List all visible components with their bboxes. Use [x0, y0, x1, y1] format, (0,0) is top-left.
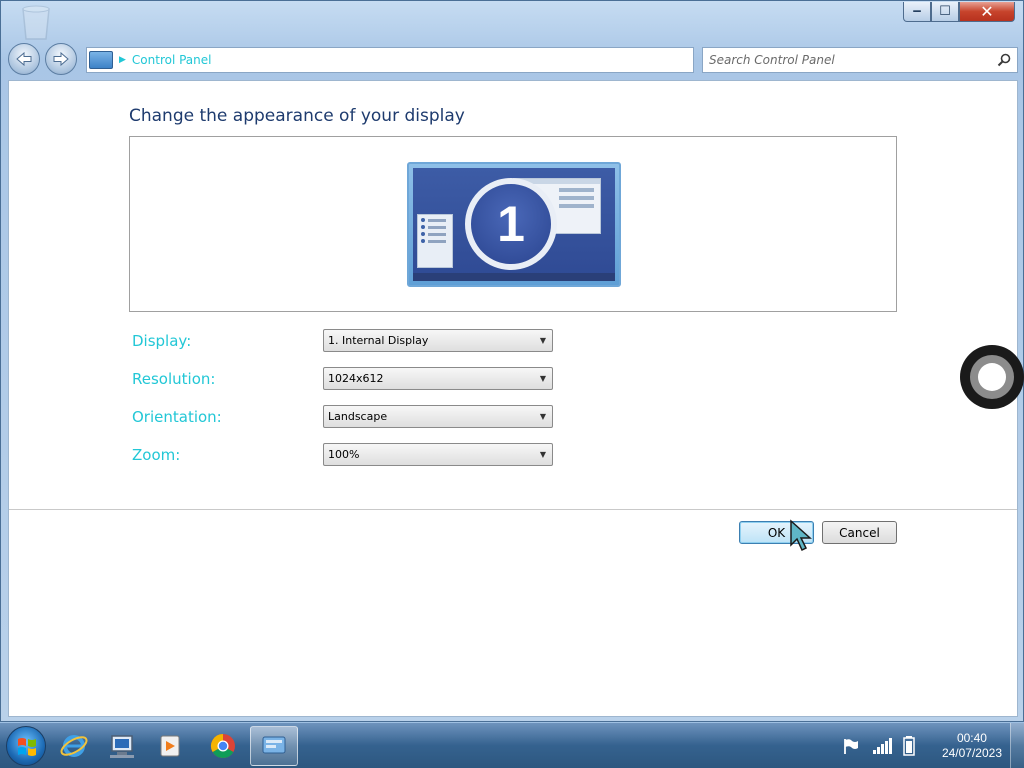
display-label: Display:: [132, 331, 192, 350]
close-button[interactable]: ✕: [959, 2, 1015, 22]
touch-indicator: [960, 345, 1024, 409]
clock[interactable]: 00:40 24/07/2023: [942, 731, 1002, 761]
taskbar-internet-explorer[interactable]: [50, 726, 98, 766]
address-bar[interactable]: ▶ Control Panel: [86, 47, 694, 73]
resolution-value: 1024x612: [328, 372, 384, 385]
monitor-1[interactable]: 1: [407, 162, 621, 287]
forward-arrow-icon: [53, 51, 69, 67]
chevron-down-icon: ▼: [539, 412, 546, 421]
taskbar-chrome[interactable]: [199, 726, 247, 766]
start-button[interactable]: [6, 726, 46, 766]
content-pane: Change the appearance of your display 1 …: [8, 80, 1018, 717]
search-input[interactable]: Search Control Panel: [702, 47, 1018, 73]
zoom-label: Zoom:: [132, 445, 181, 464]
orientation-select[interactable]: Landscape ▼: [323, 405, 553, 428]
recycle-bin-icon: [22, 5, 50, 40]
chevron-down-icon: ▼: [539, 450, 546, 459]
windows-logo-icon: [18, 738, 36, 756]
orientation-value: Landscape: [328, 410, 388, 423]
back-button[interactable]: [8, 43, 40, 75]
mini-taskbar: [413, 273, 615, 281]
orientation-label: Orientation:: [132, 407, 222, 426]
forward-button[interactable]: [45, 43, 77, 75]
display-preview: 1: [129, 136, 897, 312]
minimize-button[interactable]: ‒: [903, 2, 931, 22]
search-placeholder: Search Control Panel: [709, 53, 835, 67]
internet-explorer-icon: [60, 735, 88, 757]
control-panel-icon: [89, 51, 113, 69]
display-select[interactable]: 1. Internal Display ▼: [323, 329, 553, 352]
search-icon[interactable]: [997, 53, 1011, 67]
breadcrumb-control-panel[interactable]: Control Panel: [132, 53, 212, 67]
control-panel-window: ‒ ☐ ✕ ▶ Control Panel Search Control Pan…: [0, 0, 1024, 722]
page-title: Change the appearance of your display: [129, 106, 465, 126]
maximize-button[interactable]: ☐: [931, 2, 959, 22]
media-player-icon: [160, 735, 180, 757]
system-tray: 00:40 24/07/2023: [834, 723, 1024, 768]
mini-window-left: [417, 214, 453, 268]
remote-desktop-icon: [110, 735, 134, 758]
signal-icon[interactable]: [872, 737, 894, 755]
clock-time: 00:40: [956, 731, 987, 745]
divider: [9, 509, 1017, 510]
back-arrow-icon: [16, 51, 32, 67]
zoom-value: 100%: [328, 448, 360, 461]
taskbar: 00:40 24/07/2023: [0, 722, 1024, 768]
display-value: 1. Internal Display: [328, 334, 429, 347]
show-desktop-button[interactable]: [1010, 723, 1024, 768]
chevron-down-icon: ▼: [539, 336, 546, 345]
display-row: Display: 1. Internal Display ▼: [132, 329, 553, 352]
cancel-button[interactable]: Cancel: [822, 521, 897, 544]
monitor-number-badge: 1: [465, 178, 557, 270]
taskbar-control-panel[interactable]: [250, 726, 298, 766]
zoom-select[interactable]: 100% ▼: [323, 443, 553, 466]
mouse-cursor-icon: [790, 519, 812, 552]
flag-icon[interactable]: [842, 737, 860, 755]
taskbar-remote-desktop[interactable]: [98, 726, 146, 766]
control-panel-icon: [262, 736, 286, 754]
clock-date: 24/07/2023: [941, 746, 1002, 760]
orientation-row: Orientation: Landscape ▼: [132, 405, 553, 428]
resolution-label: Resolution:: [132, 369, 216, 388]
resolution-select[interactable]: 1024x612 ▼: [323, 367, 553, 390]
monitor-screen: 1: [413, 168, 615, 281]
window-controls: ‒ ☐ ✕: [903, 2, 1015, 22]
chevron-down-icon: ▼: [539, 374, 546, 383]
resolution-row: Resolution: 1024x612 ▼: [132, 367, 553, 390]
battery-icon[interactable]: [902, 735, 916, 757]
zoom-row: Zoom: 100% ▼: [132, 443, 553, 466]
chrome-icon: [210, 734, 235, 759]
taskbar-media-player[interactable]: [146, 726, 194, 766]
breadcrumb-arrow-icon[interactable]: ▶: [119, 55, 126, 65]
